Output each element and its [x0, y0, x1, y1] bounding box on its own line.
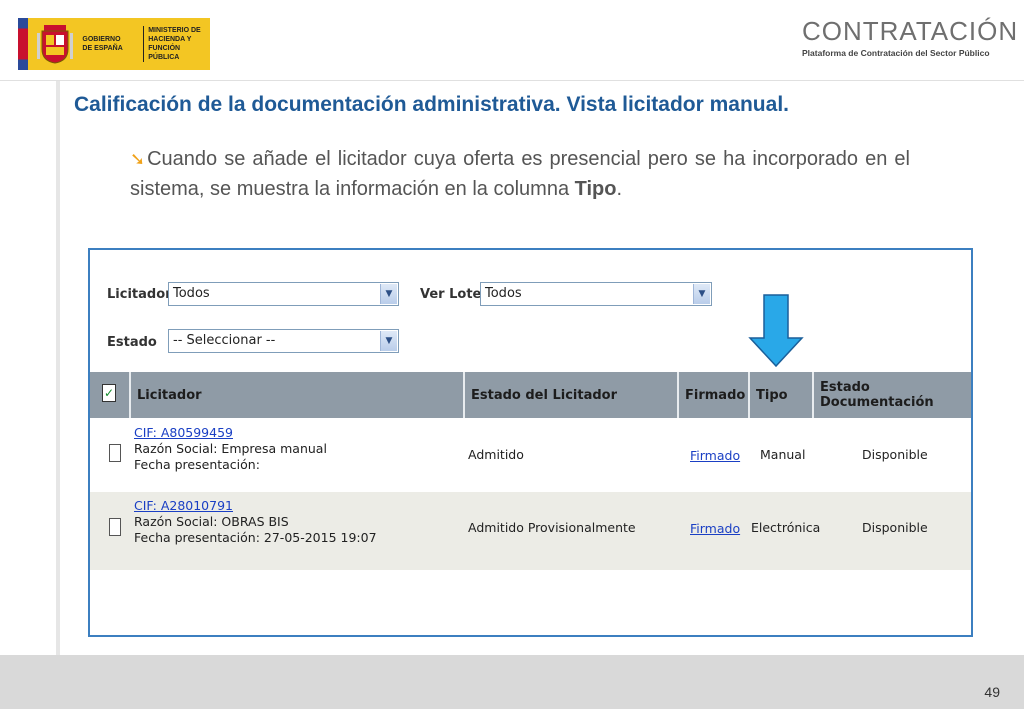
- estado-documentacion: Disponible: [862, 447, 928, 463]
- paragraph-bold: Tipo: [575, 178, 617, 200]
- table-header: ✓ Licitador Estado del Licitador Firmado…: [90, 372, 971, 418]
- firmado-link[interactable]: Firmado: [690, 448, 740, 464]
- estado-licitador: Admitido: [468, 447, 524, 463]
- coat-of-arms-icon: [33, 21, 76, 67]
- column-header-licitador[interactable]: Licitador: [131, 372, 465, 418]
- chevron-down-icon[interactable]: ▼: [693, 284, 710, 304]
- select-all-checkbox[interactable]: ✓: [102, 384, 116, 402]
- arrow-bullet-icon: ➘: [130, 149, 145, 169]
- column-header-firmado[interactable]: Firmado: [679, 372, 750, 418]
- header-divider: [0, 80, 1024, 81]
- brand-name: CONTRATACIÓN: [802, 16, 1016, 46]
- row-checkbox[interactable]: [109, 444, 121, 462]
- paragraph-end: .: [617, 178, 623, 200]
- estado-label: Estado: [107, 335, 157, 350]
- estado-documentacion: Disponible: [862, 520, 928, 536]
- government-logo: GOBIERNO DE ESPAÑA MINISTERIO DE HACIEND…: [18, 18, 210, 70]
- column-header-estado-documentacion[interactable]: Estado Documentación: [814, 372, 971, 418]
- down-arrow-icon: [748, 294, 804, 368]
- table-row: CIF: A28010791 Razón Social: OBRAS BIS F…: [90, 492, 971, 570]
- column-header-estado-licitador[interactable]: Estado del Licitador: [465, 372, 679, 418]
- licitador-info: CIF: A28010791 Razón Social: OBRAS BIS F…: [134, 498, 377, 546]
- ministry-text: MINISTERIO DE HACIENDA Y FUNCIÓN PÚBLICA: [143, 26, 210, 62]
- licitador-label: Licitador: [107, 287, 172, 302]
- chevron-down-icon[interactable]: ▼: [380, 331, 397, 351]
- fecha-presentacion: Fecha presentación: 27-05-2015 19:07: [134, 530, 377, 546]
- licitador-info: CIF: A80599459 Razón Social: Empresa man…: [134, 425, 327, 473]
- estado-select-value: -- Seleccionar --: [173, 333, 275, 348]
- firmado-link[interactable]: Firmado: [690, 521, 740, 537]
- slide-paragraph: ➘Cuando se añade el licitador cuya ofert…: [130, 144, 910, 204]
- page-number: 49: [984, 684, 1000, 700]
- cif-link[interactable]: CIF: A80599459: [134, 425, 327, 441]
- ver-lote-select-value: Todos: [485, 286, 522, 301]
- slide-title: Calificación de la documentación adminis…: [74, 93, 789, 117]
- razon-social: Razón Social: Empresa manual: [134, 441, 327, 457]
- left-rail: [56, 80, 60, 655]
- paragraph-text: Cuando se añade el licitador cuya oferta…: [130, 148, 910, 200]
- fecha-presentacion: Fecha presentación:: [134, 457, 327, 473]
- estado-licitador: Admitido Provisionalmente: [468, 520, 636, 536]
- ver-lote-label: Ver Lote: [420, 287, 481, 302]
- table-row: CIF: A80599459 Razón Social: Empresa man…: [90, 418, 971, 492]
- tipo-value: Electrónica: [751, 520, 820, 536]
- column-header-tipo[interactable]: Tipo: [750, 372, 814, 418]
- ver-lote-select[interactable]: Todos ▼: [480, 282, 712, 306]
- platform-brand: CONTRATACIÓN Plataforma de Contratación …: [802, 16, 1016, 58]
- licitador-select-value: Todos: [173, 286, 210, 301]
- cif-link[interactable]: CIF: A28010791: [134, 498, 377, 514]
- razon-social: Razón Social: OBRAS BIS: [134, 514, 377, 530]
- gov-logo-text: GOBIERNO DE ESPAÑA: [82, 35, 129, 53]
- row-checkbox[interactable]: [109, 518, 121, 536]
- chevron-down-icon[interactable]: ▼: [380, 284, 397, 304]
- slide-footer: [0, 655, 1024, 709]
- tipo-value: Manual: [760, 447, 805, 463]
- flag-stripe: [18, 18, 27, 70]
- licitador-select[interactable]: Todos ▼: [168, 282, 399, 306]
- estado-select[interactable]: -- Seleccionar -- ▼: [168, 329, 399, 353]
- select-all-cell: ✓: [90, 372, 131, 418]
- brand-subtitle: Plataforma de Contratación del Sector Pú…: [802, 48, 1016, 58]
